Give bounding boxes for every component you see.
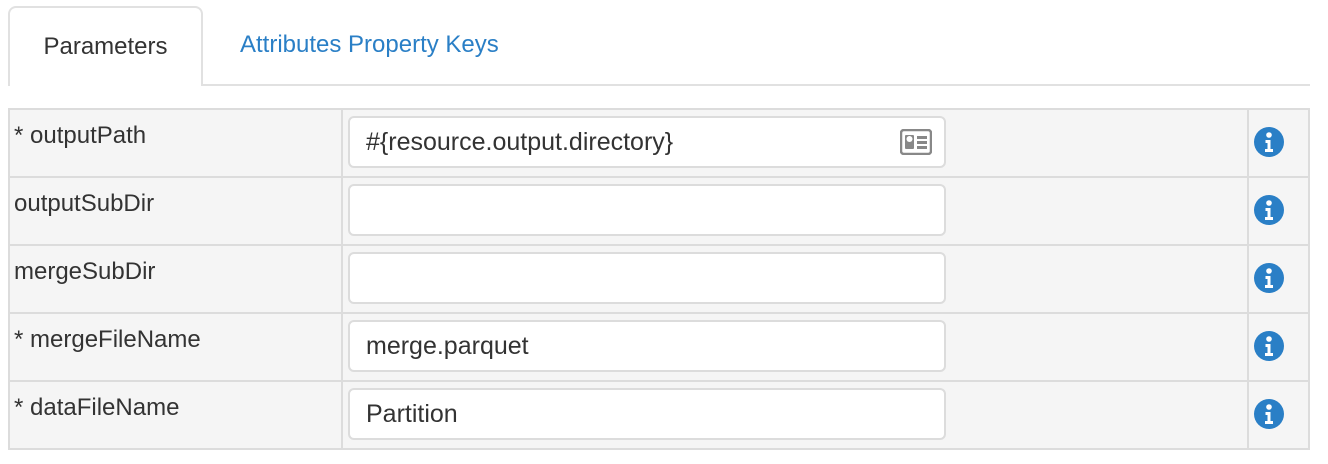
tab-attributes-property-keys[interactable]: Attributes Property Keys — [226, 6, 546, 84]
param-input-cell — [343, 178, 1249, 244]
tab-bar: Parameters Attributes Property Keys — [8, 6, 1310, 86]
param-row-mergefilename: * mergeFileName merge.parquet — [10, 314, 1308, 382]
param-row-outputpath: * outputPath #{resource.output.directory… — [10, 110, 1308, 178]
param-label-outputsubdir: outputSubDir — [10, 178, 343, 244]
id-card-icon[interactable] — [900, 129, 932, 155]
info-cell — [1249, 314, 1308, 380]
param-row-outputsubdir: outputSubDir — [10, 178, 1308, 246]
info-cell — [1249, 246, 1308, 312]
mergefilename-input[interactable]: merge.parquet — [348, 320, 946, 372]
param-label-mergesubdir: mergeSubDir — [10, 246, 343, 312]
param-label-mergefilename: * mergeFileName — [10, 314, 343, 380]
param-row-datafilename: * dataFileName Partition — [10, 382, 1308, 448]
outputpath-input[interactable]: #{resource.output.directory} — [348, 116, 946, 168]
info-icon[interactable] — [1253, 398, 1285, 430]
parameters-grid: * outputPath #{resource.output.directory… — [8, 108, 1310, 450]
info-cell — [1249, 382, 1308, 448]
param-label-outputpath: * outputPath — [10, 110, 343, 176]
outputpath-value: #{resource.output.directory} — [366, 127, 674, 156]
info-icon[interactable] — [1253, 262, 1285, 294]
param-row-mergesubdir: mergeSubDir — [10, 246, 1308, 314]
param-input-cell — [343, 246, 1249, 312]
mergesubdir-input[interactable] — [348, 252, 946, 304]
info-icon[interactable] — [1253, 194, 1285, 226]
param-input-cell: #{resource.output.directory} — [343, 110, 1249, 176]
param-label-datafilename: * dataFileName — [10, 382, 343, 448]
tab-parameters[interactable]: Parameters — [8, 6, 203, 86]
info-cell — [1249, 178, 1308, 244]
datafilename-input[interactable]: Partition — [348, 388, 946, 440]
mergefilename-value: merge.parquet — [366, 331, 529, 360]
info-icon[interactable] — [1253, 330, 1285, 362]
info-cell — [1249, 110, 1308, 176]
param-input-cell: Partition — [343, 382, 1249, 448]
datafilename-value: Partition — [366, 399, 458, 428]
outputsubdir-input[interactable] — [348, 184, 946, 236]
info-icon[interactable] — [1253, 126, 1285, 158]
param-input-cell: merge.parquet — [343, 314, 1249, 380]
